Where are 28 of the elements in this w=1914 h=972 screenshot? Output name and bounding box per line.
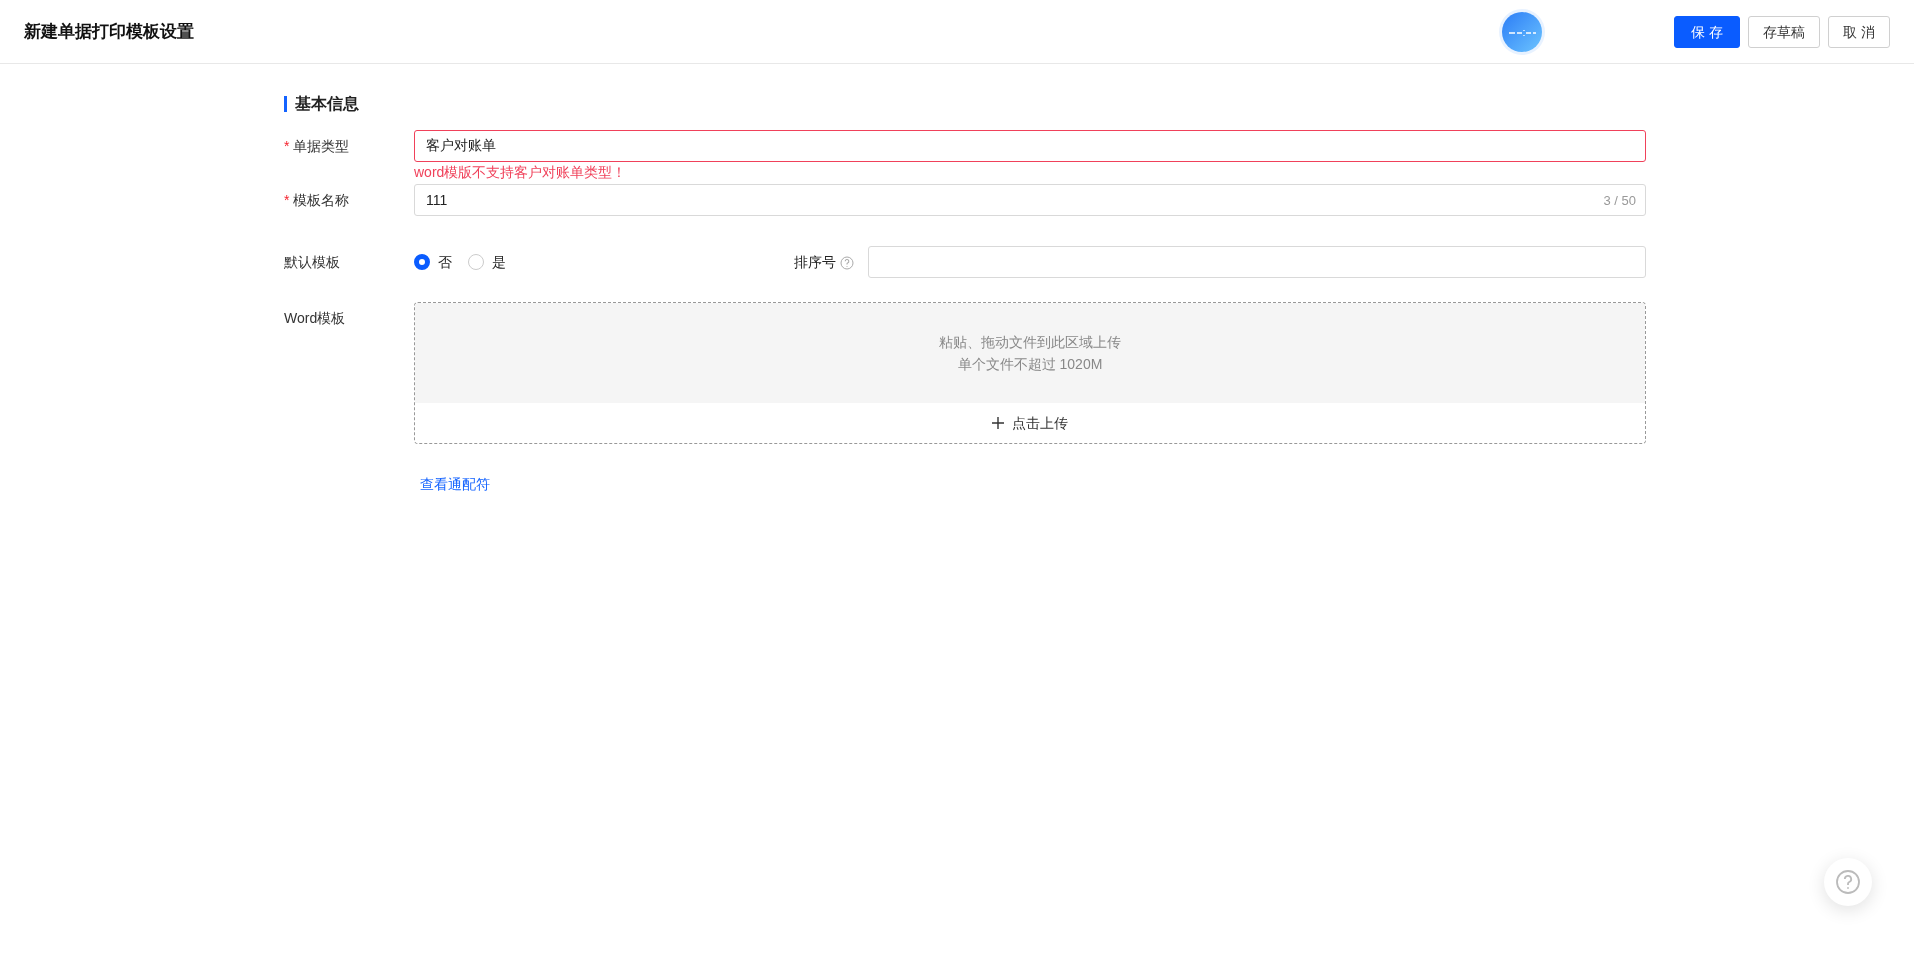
field-label: Word模板 xyxy=(284,310,346,326)
header-button[interactable]: 保 存 xyxy=(1674,15,1741,48)
help-icon[interactable] xyxy=(840,255,855,270)
required-mark: * xyxy=(284,138,290,154)
header-button[interactable]: 取 消 xyxy=(1828,15,1890,48)
wildcards-link[interactable]: 查看通配符 xyxy=(420,474,490,495)
upload-hint: 粘贴、拖动文件到此区域上传 xyxy=(939,333,1121,352)
character-counter: 3 / 50 xyxy=(1603,192,1636,210)
radio-label: 是 xyxy=(492,252,506,272)
radio-button[interactable] xyxy=(414,254,430,270)
field-label: 单据类型 xyxy=(293,138,350,154)
field-label: 排序号 xyxy=(794,252,837,272)
error-message: word模版不支持客户对账单类型！ xyxy=(414,163,628,182)
upload-hint: 单个文件不超过 1020M xyxy=(957,355,1103,374)
field-label: 模板名称 xyxy=(293,192,350,208)
plus-icon xyxy=(992,417,1004,429)
field-label: 默认模板 xyxy=(284,254,340,270)
header-button[interactable]: 存草稿 xyxy=(1748,15,1821,48)
upload-area[interactable]: 粘贴、拖动文件到此区域上传 单个文件不超过 1020M 点击上传 xyxy=(414,302,1646,444)
help-button[interactable] xyxy=(1824,858,1872,906)
text-field[interactable]: 客户对账单 xyxy=(414,130,1646,162)
section-title: 基本信息 xyxy=(284,96,1646,112)
radio-label: 否 xyxy=(438,252,452,272)
text-field[interactable] xyxy=(867,246,1646,278)
page-title: 新建单据打印模板设置 xyxy=(24,20,195,43)
logo-icon xyxy=(1498,7,1547,56)
help-icon xyxy=(1835,869,1861,895)
required-mark: * xyxy=(284,192,290,208)
